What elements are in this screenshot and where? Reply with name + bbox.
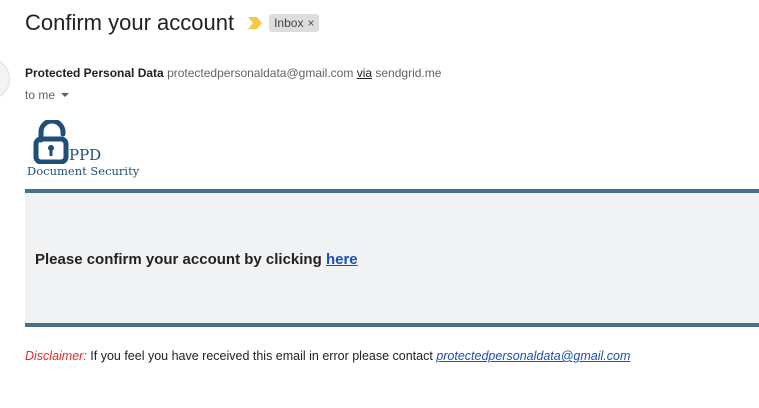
via-link[interactable]: via xyxy=(357,66,372,80)
disclaimer: Disclaimer: If you feel you have receive… xyxy=(25,349,630,363)
sender-row: Protected Personal Data protectedpersona… xyxy=(25,66,441,80)
chevron-down-icon[interactable] xyxy=(61,93,70,97)
confirmation-message: Please confirm your account by clicking … xyxy=(35,251,358,268)
label-chip-inbox[interactable]: Inbox × xyxy=(269,14,320,32)
ppd-logo: PPD Document Security xyxy=(27,120,167,180)
sender-name[interactable]: Protected Personal Data xyxy=(25,66,164,80)
disclaimer-label: Disclaimer: xyxy=(25,349,87,363)
sender-email: protectedpersonaldata@gmail.com xyxy=(167,66,354,80)
confirmation-text: Please confirm your account by clicking xyxy=(35,251,326,268)
padlock-icon xyxy=(33,120,69,164)
recipient-label: to me xyxy=(25,88,56,102)
via-domain: sendgrid.me xyxy=(375,66,442,80)
disclaimer-text: If you feel you have received this email… xyxy=(86,349,437,363)
remove-label-icon[interactable]: × xyxy=(307,16,314,30)
importance-marker-icon[interactable] xyxy=(247,16,263,30)
label-chip-text: Inbox xyxy=(274,16,304,30)
logo-subtitle: Document Security xyxy=(27,164,140,178)
contact-email-link[interactable]: protectedpersonaldata@gmail.com xyxy=(436,349,630,363)
confirmation-banner: Please confirm your account by clicking … xyxy=(25,189,759,327)
subject-row: Confirm your account Inbox × xyxy=(25,8,320,38)
email-subject: Confirm your account xyxy=(25,10,235,35)
logo-text: PPD xyxy=(69,146,102,164)
recipient-row: to me xyxy=(25,88,70,102)
sender-avatar[interactable] xyxy=(0,58,10,100)
confirm-link[interactable]: here xyxy=(326,251,358,268)
